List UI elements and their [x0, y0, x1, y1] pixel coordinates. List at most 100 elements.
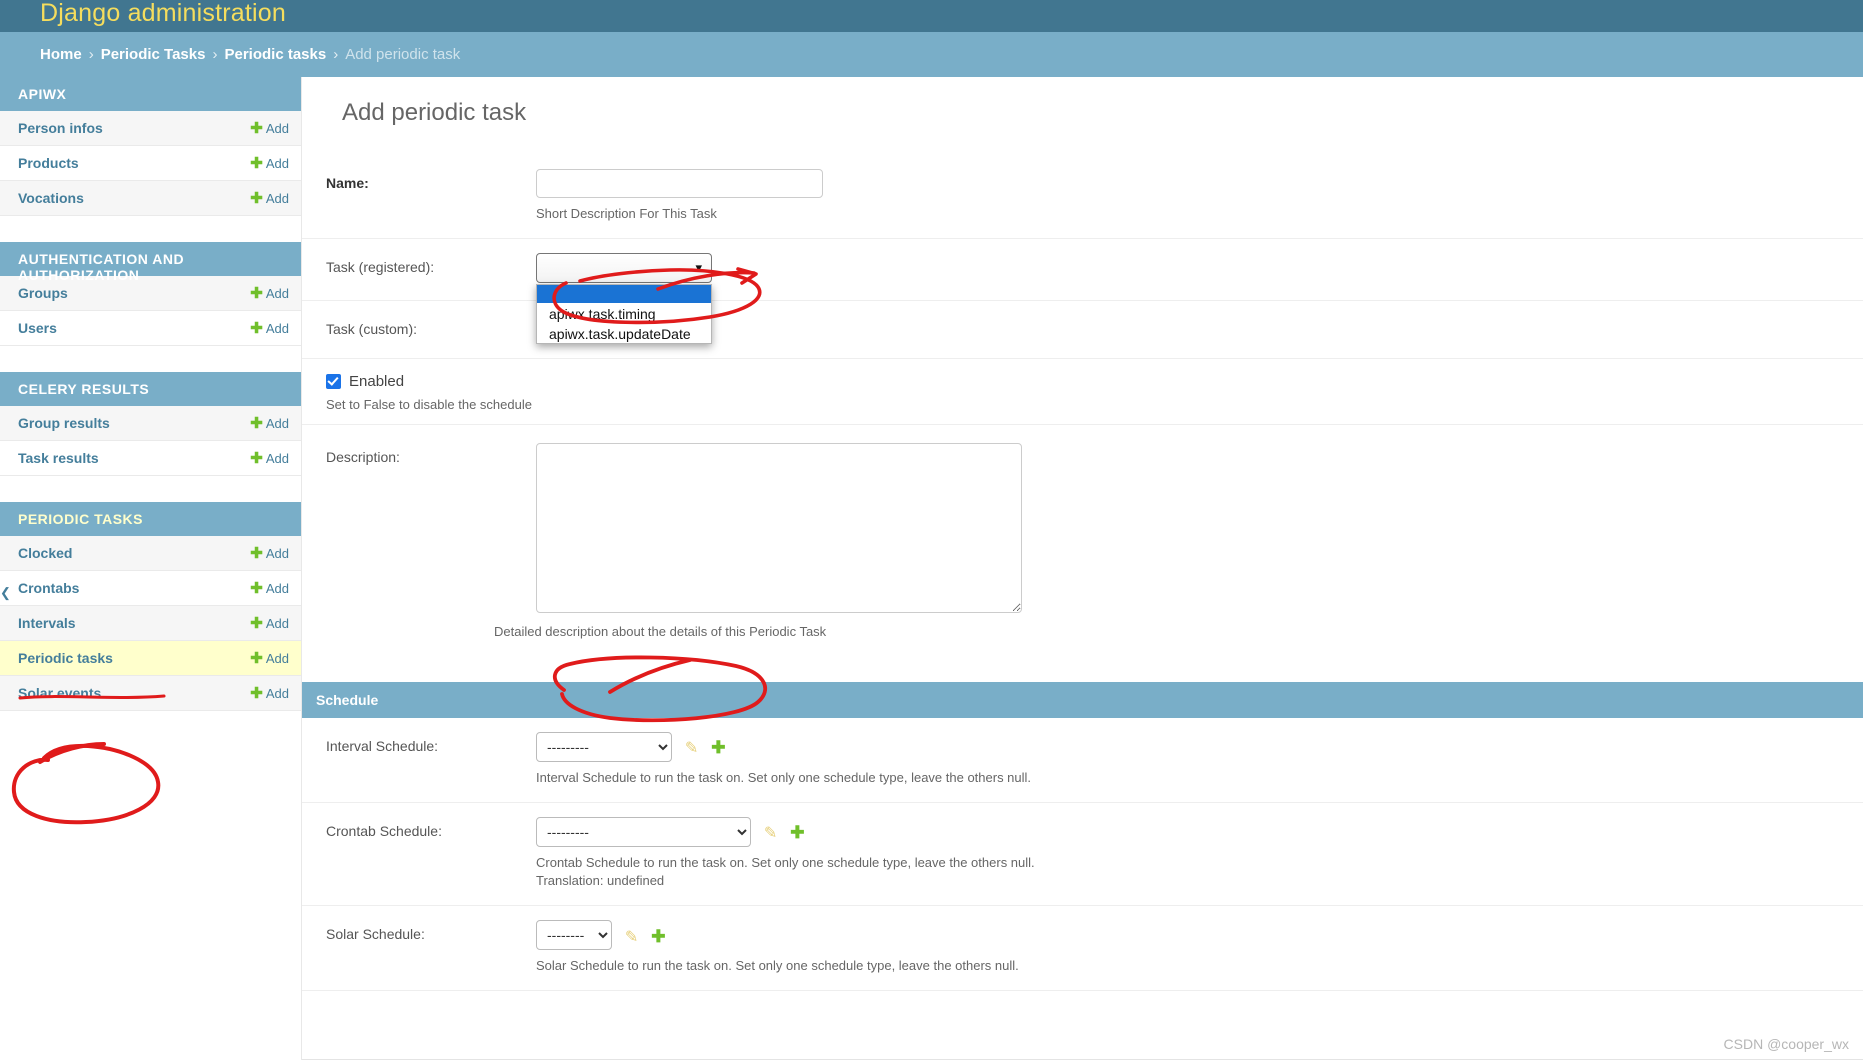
- sidebar-item-solar-events[interactable]: Solar events ✚ Add: [0, 675, 301, 711]
- sidebar-app-header[interactable]: AUTHENTICATION AND AUTHORIZATION: [0, 242, 301, 283]
- sidebar-app-authentication-and-authorization: AUTHENTICATION AND AUTHORIZATION Groups ✚ A…: [0, 242, 301, 346]
- name-label: Name:: [326, 175, 369, 191]
- form-row-task-registered: Task (registered): ▾ apiwx.task.timing a…: [302, 239, 1863, 344]
- sidebar-item-periodic-tasks[interactable]: Periodic tasks ✚ Add: [0, 640, 301, 676]
- sidebar-item-label[interactable]: Intervals: [18, 615, 76, 631]
- sidebar-add-label: Add: [265, 156, 289, 171]
- sidebar-item-vocations[interactable]: Vocations ✚ Add: [0, 180, 301, 216]
- plus-icon: ✚: [250, 120, 263, 137]
- sidebar-add-link[interactable]: ✚ Add: [250, 650, 289, 667]
- sidebar-app-apiwx: APIWX Person infos ✚ Add Products ✚ Add Vocatio…: [0, 77, 301, 216]
- form-row-solar-schedule: Solar Schedule: -------- ✎ ✚ Solar Sched…: [302, 906, 1863, 992]
- edit-pencil-icon[interactable]: ✎: [685, 738, 698, 758]
- name-help-text: Short Description For This Task: [536, 206, 717, 221]
- enabled-checkbox[interactable]: [326, 373, 341, 389]
- plus-icon: ✚: [250, 545, 263, 562]
- dropdown-option-0[interactable]: apiwx.task.timing: [537, 303, 711, 325]
- add-solar-icon[interactable]: ✚: [651, 927, 665, 947]
- sidebar-add-label: Add: [265, 191, 289, 206]
- description-textarea[interactable]: [536, 442, 1022, 613]
- plus-icon: ✚: [250, 615, 263, 632]
- sidebar-add-link[interactable]: ✚ Add: [250, 155, 289, 172]
- solar-schedule-help-text: Solar Schedule to run the task on. Set o…: [536, 958, 1019, 974]
- task-custom-label: Task (custom):: [326, 320, 418, 337]
- sidebar-item-intervals[interactable]: Intervals ✚ Add: [0, 605, 301, 641]
- sidebar-add-label: Add: [265, 416, 289, 431]
- sidebar-item-label[interactable]: Clocked: [18, 545, 72, 561]
- dropdown-option-blank[interactable]: [537, 284, 711, 303]
- sidebar-add-link[interactable]: ✚ Add: [250, 120, 289, 137]
- plus-icon: ✚: [250, 685, 263, 702]
- breadcrumb-current: Add periodic task: [345, 46, 461, 63]
- sidebar-item-group-results[interactable]: Group results ✚ Add: [0, 406, 301, 441]
- sidebar-item-users[interactable]: Users ✚ Add: [0, 311, 301, 346]
- breadcrumb-model[interactable]: Periodic tasks: [224, 46, 326, 63]
- breadcrumb-home[interactable]: Home: [40, 46, 82, 63]
- sidebar-item-label[interactable]: Crontabs: [18, 580, 79, 596]
- sidebar-add-link[interactable]: ✚ Add: [250, 450, 289, 467]
- sidebar-add-link[interactable]: ✚ Add: [250, 685, 289, 702]
- solar-schedule-select[interactable]: --------: [536, 920, 612, 951]
- sidebar-toggle-icon[interactable]: ❮: [0, 585, 11, 601]
- breadcrumb-separator: ›: [333, 46, 339, 63]
- sidebar-add-link[interactable]: ✚ Add: [250, 580, 289, 597]
- breadcrumb-separator: ›: [88, 46, 94, 63]
- plus-icon: ✚: [250, 580, 263, 597]
- site-header: Django administration: [0, 0, 1863, 32]
- edit-pencil-icon[interactable]: ✎: [625, 927, 638, 947]
- sidebar-item-label[interactable]: Products: [18, 155, 79, 171]
- sidebar-app-header[interactable]: APIWX: [0, 77, 301, 111]
- sidebar-item-task-results[interactable]: Task results ✚ Add: [0, 441, 301, 476]
- sidebar-app-periodic-tasks: PERIODIC TASKS Clocked ✚ Add Crontabs ✚ Add Int…: [0, 502, 301, 711]
- sidebar-add-label: Add: [265, 321, 289, 336]
- sidebar-item-label[interactable]: Task results: [18, 450, 99, 466]
- sidebar-item-label[interactable]: Solar events: [18, 685, 101, 701]
- crontab-schedule-label: Crontab Schedule:: [326, 822, 442, 839]
- task-registered-select[interactable]: ▾: [536, 252, 712, 283]
- crontab-translation-text: Translation: undefined: [536, 873, 665, 889]
- sidebar-item-products[interactable]: Products ✚ Add: [0, 146, 301, 181]
- sidebar-add-link[interactable]: ✚ Add: [250, 285, 289, 302]
- interval-schedule-select[interactable]: ---------: [536, 731, 672, 762]
- name-input[interactable]: [536, 169, 823, 198]
- sidebar-add-label: Add: [265, 651, 289, 666]
- sidebar-item-label[interactable]: Vocations: [18, 190, 84, 206]
- edit-pencil-icon[interactable]: ✎: [764, 823, 777, 843]
- plus-icon: ✚: [250, 650, 263, 667]
- sidebar-add-link[interactable]: ✚ Add: [250, 320, 289, 337]
- task-registered-select-wrapper[interactable]: ▾ apiwx.task.timing apiwx.task.updateDat…: [536, 252, 712, 344]
- crontab-schedule-help-text: Crontab Schedule to run the task on. Set…: [536, 854, 1035, 870]
- sidebar-add-label: Add: [265, 686, 289, 701]
- add-interval-icon[interactable]: ✚: [711, 738, 725, 758]
- form-row-enabled: Enabled Set to False to disable the sche…: [302, 359, 1863, 425]
- task-registered-dropdown-list[interactable]: apiwx.task.timing apiwx.task.updateDate: [536, 283, 712, 344]
- plus-icon: ✚: [250, 320, 263, 337]
- sidebar-add-link[interactable]: ✚ Add: [250, 545, 289, 562]
- breadcrumb-app[interactable]: Periodic Tasks: [101, 46, 206, 63]
- form-row-crontab-schedule: Crontab Schedule: --------- ✎ ✚ Crontab …: [302, 803, 1863, 907]
- sidebar-app-header[interactable]: CELERY RESULTS: [0, 372, 301, 406]
- sidebar-item-label[interactable]: Group results: [18, 415, 110, 431]
- add-crontab-icon[interactable]: ✚: [790, 823, 804, 843]
- sidebar-item-label[interactable]: Person infos: [18, 120, 103, 136]
- dropdown-option-1[interactable]: apiwx.task.updateDate: [537, 325, 711, 343]
- sidebar-app-list: APIWX Person infos ✚ Add Products ✚ Add Vocatio…: [0, 77, 301, 711]
- sidebar-item-label[interactable]: Periodic tasks: [18, 650, 113, 666]
- sidebar-add-link[interactable]: ✚ Add: [250, 190, 289, 207]
- nav-sidebar: APIWX Person infos ✚ Add Products ✚ Add Vocatio…: [0, 77, 302, 1060]
- sidebar-item-label[interactable]: Groups: [18, 285, 68, 301]
- crontab-schedule-select[interactable]: ---------: [536, 816, 751, 847]
- sidebar-item-label[interactable]: Users: [18, 320, 57, 336]
- sidebar-item-crontabs[interactable]: Crontabs ✚ Add: [0, 571, 301, 606]
- sidebar-item-person-infos[interactable]: Person infos ✚ Add: [0, 111, 301, 146]
- watermark-text: CSDN @cooper_wx: [1723, 1036, 1849, 1052]
- sidebar-add-link[interactable]: ✚ Add: [250, 615, 289, 632]
- sidebar-add-link[interactable]: ✚ Add: [250, 415, 289, 432]
- sidebar-add-label: Add: [265, 546, 289, 561]
- sidebar-app-header[interactable]: PERIODIC TASKS: [0, 502, 301, 536]
- sidebar-item-clocked[interactable]: Clocked ✚ Add: [0, 536, 301, 571]
- sidebar-add-label: Add: [265, 581, 289, 596]
- main-fieldset: Name: Short Description For This Task Ta…: [302, 155, 1863, 656]
- site-title[interactable]: Django administration: [40, 0, 286, 26]
- enabled-help-text: Set to False to disable the schedule: [326, 396, 532, 412]
